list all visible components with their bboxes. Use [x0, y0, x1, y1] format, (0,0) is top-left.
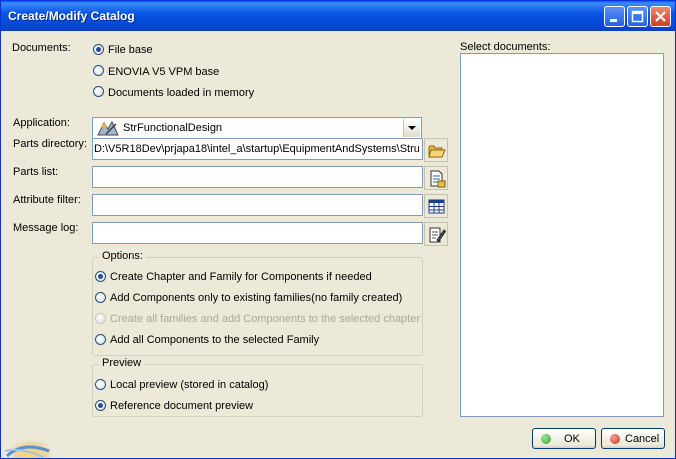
browse-parts-list-button[interactable]: [424, 166, 448, 190]
radio-local-preview[interactable]: [95, 379, 106, 390]
minimize-icon: [610, 19, 617, 22]
radio-file-base[interactable]: [93, 44, 104, 55]
radio-documents-in-memory-label[interactable]: Documents loaded in memory: [108, 87, 254, 99]
ok-button-label: OK: [564, 433, 580, 445]
edit-document-icon: [429, 227, 446, 243]
close-button[interactable]: [650, 6, 671, 27]
radio-add-existing-families-label[interactable]: Add Components only to existing families…: [110, 292, 402, 304]
ok-green-dot-icon: [541, 434, 551, 444]
structure-functional-icon: [97, 120, 119, 136]
message-log-label: Message log:: [13, 222, 79, 234]
create-modify-catalog-dialog: Create/Modify Catalog Documents: File ba…: [0, 0, 676, 459]
attribute-filter-input[interactable]: [92, 194, 423, 216]
minimize-button[interactable]: [604, 6, 625, 27]
radio-add-to-selected-family[interactable]: [95, 334, 106, 345]
open-folder-icon: [428, 145, 446, 158]
parts-directory-label: Parts directory:: [13, 138, 87, 150]
radio-create-chapter-family[interactable]: [95, 271, 106, 282]
catia-corner-logo-icon: [4, 437, 51, 458]
ok-button[interactable]: OK: [532, 428, 596, 449]
radio-add-to-selected-family-label[interactable]: Add all Components to the selected Famil…: [110, 334, 319, 346]
close-icon: [655, 11, 666, 22]
title-bar[interactable]: Create/Modify Catalog: [1, 1, 675, 31]
document-list-icon: [430, 170, 446, 188]
radio-create-all-families: [95, 313, 106, 324]
radio-create-all-families-label: Create all families and add Components t…: [110, 313, 421, 325]
documents-label: Documents:: [12, 42, 71, 54]
attribute-filter-button[interactable]: [424, 194, 448, 218]
table-filter-icon: [428, 199, 445, 214]
maximize-icon: [631, 10, 644, 23]
radio-enovia-base[interactable]: [93, 65, 104, 76]
message-log-input[interactable]: [92, 222, 423, 244]
parts-list-label: Parts list:: [13, 166, 59, 178]
application-label: Application:: [13, 117, 70, 129]
radio-file-base-label[interactable]: File base: [108, 44, 153, 56]
window-title: Create/Modify Catalog: [8, 9, 135, 23]
cancel-red-dot-icon: [610, 434, 620, 444]
radio-local-preview-label[interactable]: Local preview (stored in catalog): [110, 379, 268, 391]
options-group-legend: Options:: [99, 250, 146, 262]
maximize-button[interactable]: [627, 6, 648, 27]
attribute-filter-label: Attribute filter:: [13, 194, 81, 206]
cancel-button-label: Cancel: [625, 433, 660, 445]
application-value: StrFunctionalDesign: [123, 122, 223, 134]
radio-documents-in-memory[interactable]: [93, 86, 104, 97]
parts-list-input[interactable]: [92, 166, 423, 188]
parts-directory-value: D:\V5R18Dev\prjapa18\intel_a\startup\Equ…: [94, 143, 419, 155]
radio-reference-preview[interactable]: [95, 400, 106, 411]
select-documents-label: Select documents:: [460, 41, 551, 53]
browse-folder-button[interactable]: [424, 138, 448, 162]
radio-reference-preview-label[interactable]: Reference document preview: [110, 400, 253, 412]
combo-dropdown-button[interactable]: [403, 119, 420, 137]
radio-add-existing-families[interactable]: [95, 292, 106, 303]
preview-group-legend: Preview: [99, 357, 145, 369]
radio-create-chapter-family-label[interactable]: Create Chapter and Family for Components…: [110, 271, 372, 283]
radio-enovia-base-label[interactable]: ENOVIA V5 VPM base: [108, 66, 219, 78]
cancel-button[interactable]: Cancel: [601, 428, 665, 449]
parts-directory-input[interactable]: D:\V5R18Dev\prjapa18\intel_a\startup\Equ…: [92, 138, 423, 160]
select-documents-list[interactable]: [460, 53, 664, 417]
message-log-button[interactable]: [424, 222, 448, 246]
chevron-down-icon: [408, 126, 416, 130]
application-combo[interactable]: StrFunctionalDesign: [92, 117, 422, 139]
